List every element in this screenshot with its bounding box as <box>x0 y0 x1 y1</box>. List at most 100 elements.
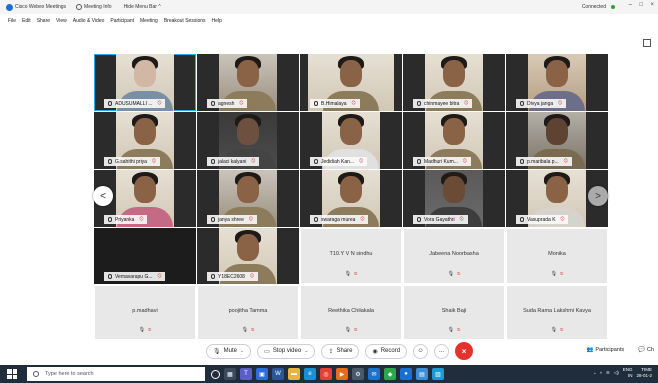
video-tile[interactable]: ADUSUMALLI ... ⦸ <box>94 54 196 111</box>
audio-only-tile[interactable]: Suda Rama Lakshmi Kavya 🎙 ⦸ <box>506 285 608 340</box>
participant-name: Vasuprada K <box>527 216 556 223</box>
volume-icon[interactable]: ◁) <box>614 370 619 376</box>
video-tile[interactable]: Vemavarapu G... ⦸ <box>94 228 196 284</box>
record-label: Record <box>380 348 401 354</box>
menu-help[interactable]: Help <box>212 18 222 24</box>
stop-video-button[interactable]: ▭ Stop video ⌄ <box>257 343 316 359</box>
menu-share[interactable]: Share <box>37 18 50 24</box>
video-tile[interactable]: jalaci kalyani ⦸ <box>197 112 299 169</box>
teams-icon[interactable]: T <box>240 368 252 380</box>
menu-edit[interactable]: Edit <box>22 18 31 24</box>
video-tile[interactable]: B.Himalaya ⦸ <box>300 54 402 111</box>
audio-only-tile[interactable]: poojitha Tamma 🎙 ⦸ <box>197 285 299 340</box>
word-icon[interactable]: W <box>272 368 284 380</box>
muted-icon: ⦸ <box>457 271 461 277</box>
menu-view[interactable]: View <box>56 18 67 24</box>
maps-icon[interactable]: ◆ <box>384 368 396 380</box>
close-icon: × <box>461 346 467 356</box>
video-tile[interactable]: Divya janga ⦸ <box>506 54 608 111</box>
share-icon: ⇪ <box>328 348 334 355</box>
more-options-button[interactable]: ... <box>434 343 450 359</box>
chevron-down-icon[interactable]: ⌄ <box>304 348 308 354</box>
audio-only-tile[interactable]: Reethika Chilakala 🎙 ⦸ <box>300 285 402 340</box>
video-tile[interactable]: Vora Gayathri ⦸ <box>403 170 505 227</box>
file-explorer-icon[interactable]: ▬ <box>288 368 300 380</box>
menu-breakout-sessions[interactable]: Breakout Sessions <box>164 18 206 24</box>
menu-meeting[interactable]: Meeting <box>140 18 158 24</box>
video-tile[interactable]: Jedidiah Kan... ⦸ <box>300 112 402 169</box>
menu-audio-video[interactable]: Audio & Video <box>73 18 105 24</box>
video-tile[interactable]: janya shree ⦸ <box>197 170 299 227</box>
hide-menu-bar-button[interactable]: Hide Menu Bar ^ <box>124 4 161 10</box>
participant-name: agnesh <box>218 100 235 107</box>
app-icon[interactable]: ▤ <box>416 368 428 380</box>
video-tile[interactable]: Y18EC2608 ⦸ <box>197 228 299 284</box>
menu-participant[interactable]: Participant <box>110 18 134 24</box>
microphone-icon <box>108 217 112 222</box>
taskbar-search-box[interactable]: Type here to search <box>27 367 205 381</box>
connection-indicator-icon <box>611 5 615 9</box>
participant-name: Reethika Chilakala <box>328 308 374 314</box>
record-button[interactable]: ◉ Record <box>365 343 408 359</box>
media-icon[interactable]: ▶ <box>336 368 348 380</box>
next-page-button[interactable]: > <box>588 186 608 206</box>
audio-only-tile[interactable]: Jabeena Noorbasha 🎙 ⦸ <box>403 228 505 284</box>
chat-button[interactable]: 💬 Ch <box>634 342 658 357</box>
microphone-icon <box>417 101 421 106</box>
previous-page-button[interactable]: < <box>93 186 113 206</box>
reactions-button[interactable]: ☺ <box>413 343 429 359</box>
microphone-icon: 🎙 <box>138 327 146 333</box>
close-icon[interactable]: × <box>650 2 654 8</box>
connection-status: Connected <box>581 4 606 10</box>
microphone-icon <box>211 101 215 106</box>
audio-only-tile[interactable]: p.madhavi 🎙 ⦸ <box>94 285 196 340</box>
muted-icon: ⦸ <box>139 216 144 222</box>
taskbar-apps: ▦ T ▣ W ▬ e ◎ ▶ ⚙ ✉ ◆ ● ▤ ▧ <box>211 368 444 380</box>
share-button[interactable]: ⇪ Share <box>321 343 360 359</box>
minimize-icon[interactable]: – <box>629 2 632 8</box>
participant-name-label: Madhuri Kum... ⦸ <box>413 157 471 166</box>
wifi-icon[interactable]: ≋ <box>606 370 610 376</box>
video-tile[interactable]: Madhuri Kum... ⦸ <box>403 112 505 169</box>
emoji-icon: ☺ <box>417 348 424 354</box>
edge-icon[interactable]: e <box>304 368 316 380</box>
participant-name: Y18EC2608 <box>218 273 245 280</box>
chevron-down-icon[interactable]: ⌄ <box>240 348 244 354</box>
muted-icon: ⦸ <box>248 216 253 222</box>
participants-button[interactable]: 👥 Participants <box>583 342 629 357</box>
task-view-icon[interactable]: ▦ <box>224 368 236 380</box>
fullscreen-icon[interactable] <box>643 39 651 47</box>
audio-only-tile[interactable]: T10.Y V N sindhu 🎙 ⦸ <box>300 228 402 284</box>
audio-only-tile[interactable]: Monika 🎙 ⦸ <box>506 228 608 284</box>
video-tile[interactable]: chinmayee bitra ⦸ <box>403 54 505 111</box>
clock[interactable]: TIME 28-01-2 <box>636 367 652 379</box>
video-tile[interactable]: agnesh ⦸ <box>197 54 299 111</box>
chrome-icon[interactable]: ◎ <box>320 368 332 380</box>
cortana-icon[interactable] <box>211 369 220 379</box>
audio-only-tile[interactable]: Shaik Baji 🎙 ⦸ <box>403 285 505 340</box>
participant-name-label: Vora Gayathri ⦸ <box>413 215 468 224</box>
video-tile[interactable]: p.maribala p... ⦸ <box>506 112 608 169</box>
settings-icon[interactable]: ⚙ <box>352 368 364 380</box>
participant-name-label: jalaci kalyani ⦸ <box>207 157 260 166</box>
meeting-info-button[interactable]: Meeting Info <box>76 4 112 10</box>
mail-icon[interactable]: ✉ <box>368 368 380 380</box>
video-tile[interactable]: G.sahithi priya ⦸ <box>94 112 196 169</box>
mute-button[interactable]: 🎙 Mute ⌄ <box>206 343 252 359</box>
video-tile[interactable]: swaraga murea ⦸ <box>300 170 402 227</box>
participant-name-label: Y18EC2608 ⦸ <box>207 272 258 281</box>
participant-name-label: Jedidiah Kan... ⦸ <box>310 157 368 166</box>
muted-icon: ⦸ <box>157 100 162 106</box>
end-meeting-button[interactable]: × <box>455 342 474 360</box>
title-bar: Cisco Webex Meetings Meeting Info Hide M… <box>0 0 658 14</box>
network-icon[interactable]: ◔ <box>593 371 596 376</box>
store-icon[interactable]: ▣ <box>256 368 268 380</box>
maximize-icon[interactable]: □ <box>639 2 643 8</box>
webex-icon[interactable]: ● <box>400 368 412 380</box>
menu-file[interactable]: File <box>8 18 16 24</box>
chevron-up-icon[interactable]: ^ <box>600 371 602 376</box>
windows-start-icon[interactable] <box>7 369 17 379</box>
microphone-icon <box>314 101 318 106</box>
photos-icon[interactable]: ▧ <box>432 368 444 380</box>
participant-name: jalaci kalyani <box>218 158 247 165</box>
